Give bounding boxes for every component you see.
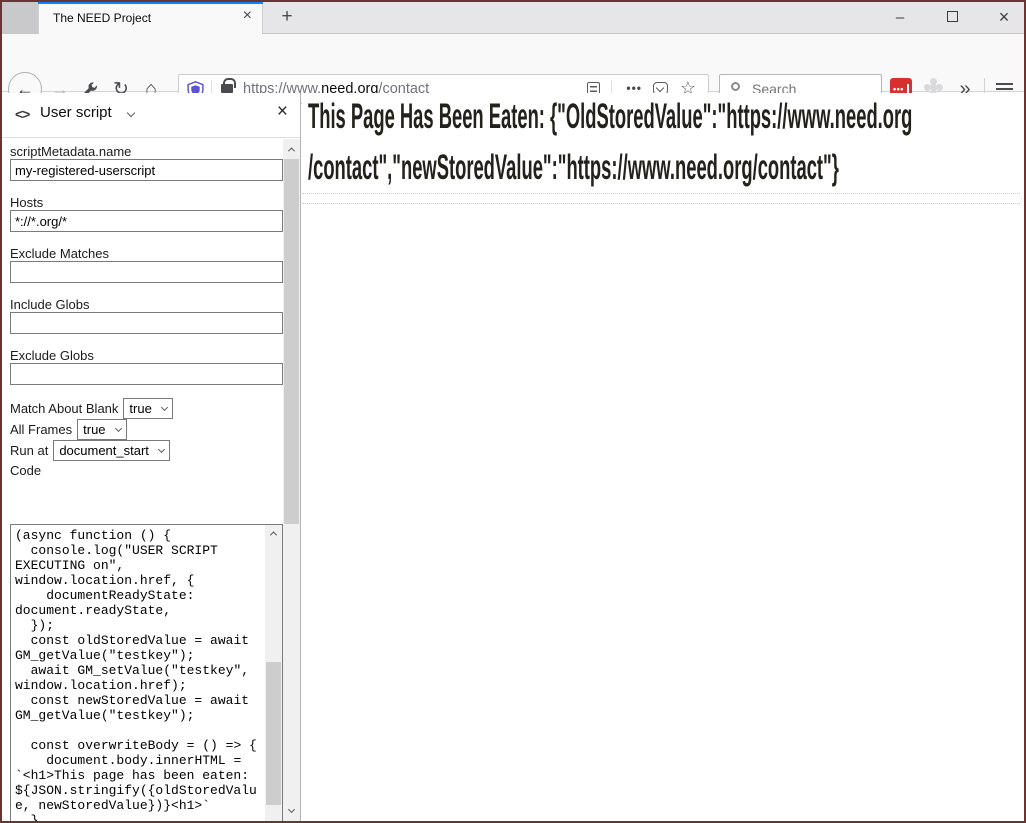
sidebar-scrollbar-thumb[interactable] [284, 159, 299, 524]
field-label-hosts: Hosts [10, 195, 43, 210]
code-scrollbar-thumb[interactable] [266, 662, 281, 805]
hosts-input[interactable] [10, 210, 283, 232]
chevron-down-icon [114, 424, 121, 431]
heading-dotted-rule-2 [302, 203, 1020, 204]
sidebar-close-icon[interactable]: × [277, 101, 288, 123]
code-editor: (async function () { console.log("USER S… [10, 524, 283, 823]
browser-window: The NEED Project × + – × ← → ↻ ⌂ https:/… [0, 0, 1026, 823]
all-frames-select[interactable]: true [77, 419, 126, 440]
tab-need-project[interactable]: The NEED Project × [38, 2, 263, 34]
search-icon [731, 82, 740, 91]
match-about-blank-select[interactable]: true [123, 398, 172, 419]
eaten-heading-line2: /contact","newStoredValue":"https://www.… [308, 148, 839, 188]
field-label-include-globs: Include Globs [10, 297, 90, 312]
lock-icon[interactable] [221, 84, 233, 93]
eaten-heading-line1: This Page Has Been Eaten: {"OldStoredVal… [308, 97, 912, 137]
extension-red-dots-icon: ••• [893, 86, 904, 92]
include-globs-input[interactable] [10, 312, 283, 334]
tab-close-icon[interactable]: × [243, 7, 252, 25]
minimize-button[interactable]: – [888, 9, 912, 26]
tab-strip: The NEED Project × + – × [2, 2, 1024, 34]
all-frames-label: All Frames [10, 422, 72, 437]
match-about-blank-value: true [129, 401, 151, 416]
maximize-icon [947, 11, 958, 22]
extension-disabled-icon[interactable] [930, 84, 937, 91]
sidebar-title-chevron-icon[interactable] [127, 109, 135, 117]
chevron-down-icon [158, 445, 165, 452]
script-name-input[interactable] [10, 159, 283, 181]
sidebar-body: scriptMetadata.name Hosts Exclude Matche… [2, 139, 300, 821]
scroll-down-icon[interactable] [288, 805, 295, 812]
field-label-exclude-globs: Exclude Globs [10, 348, 94, 363]
active-tab-indicator [38, 2, 263, 4]
code-brackets-icon: <> [15, 106, 29, 122]
field-label-script-name: scriptMetadata.name [10, 144, 131, 159]
code-textarea[interactable]: (async function () { console.log("USER S… [11, 525, 265, 823]
match-about-blank-label: Match About Blank [10, 401, 118, 416]
run-at-label: Run at [10, 443, 48, 458]
close-button[interactable]: × [992, 7, 1016, 28]
exclude-matches-input[interactable] [10, 261, 283, 283]
titlebar-corner [2, 2, 38, 33]
window-controls: – × [888, 2, 1016, 33]
pocket-chevron-icon [656, 84, 664, 92]
sidebar-scrollbar[interactable] [283, 139, 300, 821]
all-frames-value: true [83, 422, 105, 437]
field-label-exclude-matches: Exclude Matches [10, 246, 109, 261]
scroll-up-icon[interactable] [288, 147, 295, 154]
page-content: This Page Has Been Eaten: {"OldStoredVal… [302, 93, 1024, 821]
heading-dotted-rule-1 [302, 193, 1020, 194]
run-at-select[interactable]: document_start [53, 440, 170, 461]
maximize-button[interactable] [940, 9, 964, 26]
chevron-down-icon [161, 403, 168, 410]
code-scrollbar[interactable] [265, 525, 282, 823]
userscript-sidebar: <> User script × scriptMetadata.name Hos… [2, 93, 301, 821]
sidebar-title: User script [40, 104, 112, 121]
exclude-globs-input[interactable] [10, 363, 283, 385]
nav-toolbar: ← → ↻ ⌂ https://www.need.org/contact •••… [2, 34, 1024, 92]
scroll-up-icon[interactable] [270, 531, 277, 538]
run-at-value: document_start [59, 443, 149, 458]
code-label: Code [10, 463, 41, 478]
new-tab-button[interactable]: + [274, 5, 300, 31]
sidebar-header: <> User script × [2, 93, 300, 138]
tab-title: The NEED Project [53, 11, 151, 25]
